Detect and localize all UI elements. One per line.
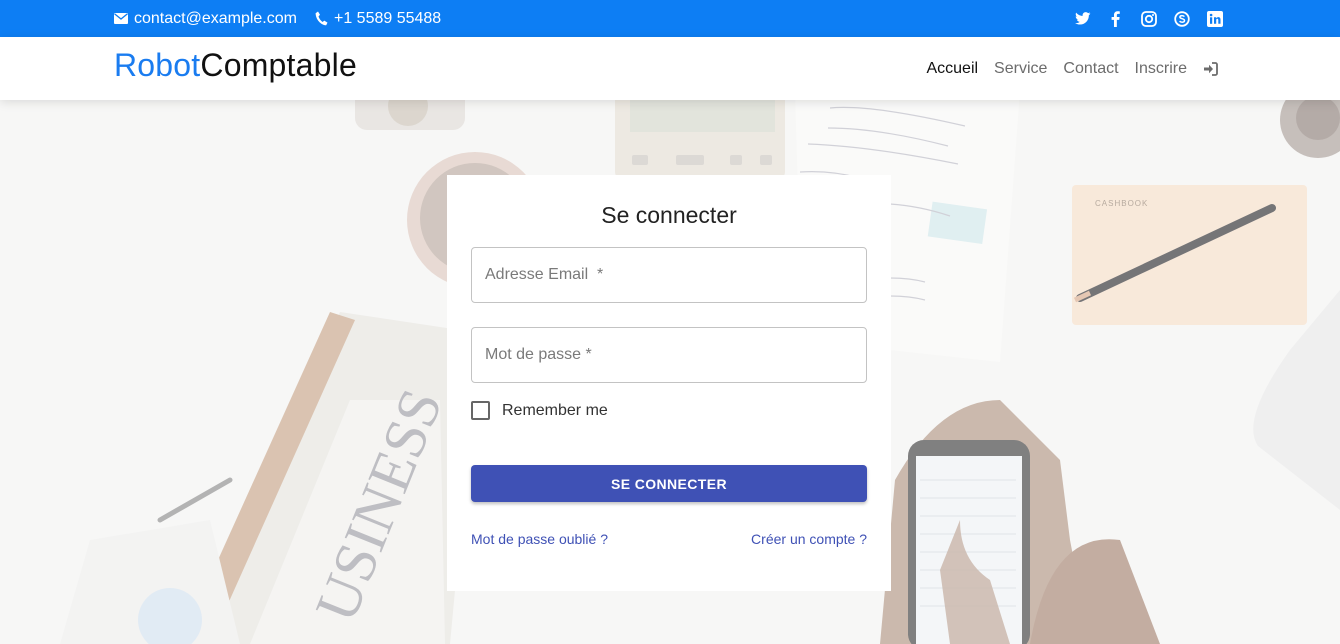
create-account-link[interactable]: Créer un compte ? — [751, 531, 867, 547]
forgot-password-link[interactable]: Mot de passe oublié ? — [471, 531, 608, 547]
nav-accueil[interactable]: Accueil — [926, 60, 978, 78]
social-links — [1058, 0, 1223, 37]
remember-me-label: Remember me — [502, 401, 608, 419]
brand-logo-part2: Comptable — [200, 47, 357, 83]
contact-phone[interactable]: +1 5589 55488 — [315, 10, 441, 28]
phone-icon — [315, 11, 328, 26]
main-header: RobotComptable Accueil Service Contact I… — [0, 37, 1340, 100]
password-field[interactable] — [471, 327, 867, 383]
twitter-icon[interactable] — [1074, 10, 1091, 27]
brand-logo[interactable]: RobotComptable — [114, 46, 357, 84]
nav-inscrire[interactable]: Inscrire — [1135, 60, 1187, 78]
envelope-icon — [114, 13, 128, 24]
login-title: Se connecter — [601, 202, 737, 228]
nav-contact[interactable]: Contact — [1063, 60, 1118, 78]
sign-in-icon[interactable] — [1203, 61, 1218, 76]
login-button[interactable]: SE CONNECTER — [471, 465, 867, 502]
login-links: Mot de passe oublié ? Créer un compte ? — [471, 531, 867, 547]
contact-info: contact@example.com +1 5589 55488 — [114, 0, 459, 37]
email-field[interactable] — [471, 247, 867, 303]
nav-service[interactable]: Service — [994, 60, 1047, 78]
remember-me[interactable]: Remember me — [471, 401, 608, 420]
linkedin-icon[interactable] — [1206, 10, 1223, 27]
login-card: Se connecter Remember me SE CONNECTER Mo… — [447, 175, 891, 591]
password-input[interactable] — [472, 328, 866, 382]
facebook-icon[interactable] — [1107, 10, 1124, 27]
contact-phone-text: +1 5589 55488 — [333, 9, 442, 27]
email-input[interactable] — [472, 248, 866, 302]
instagram-icon[interactable] — [1140, 10, 1157, 27]
main-nav: Accueil Service Contact Inscrire — [910, 37, 1218, 100]
brand-logo-part1: Robot — [114, 47, 201, 83]
contact-email[interactable]: contact@example.com — [114, 10, 297, 28]
skype-icon[interactable] — [1173, 10, 1190, 27]
remember-me-checkbox[interactable] — [471, 401, 490, 420]
contact-email-text: contact@example.com — [134, 9, 297, 27]
top-bar: contact@example.com +1 5589 55488 — [0, 0, 1340, 37]
